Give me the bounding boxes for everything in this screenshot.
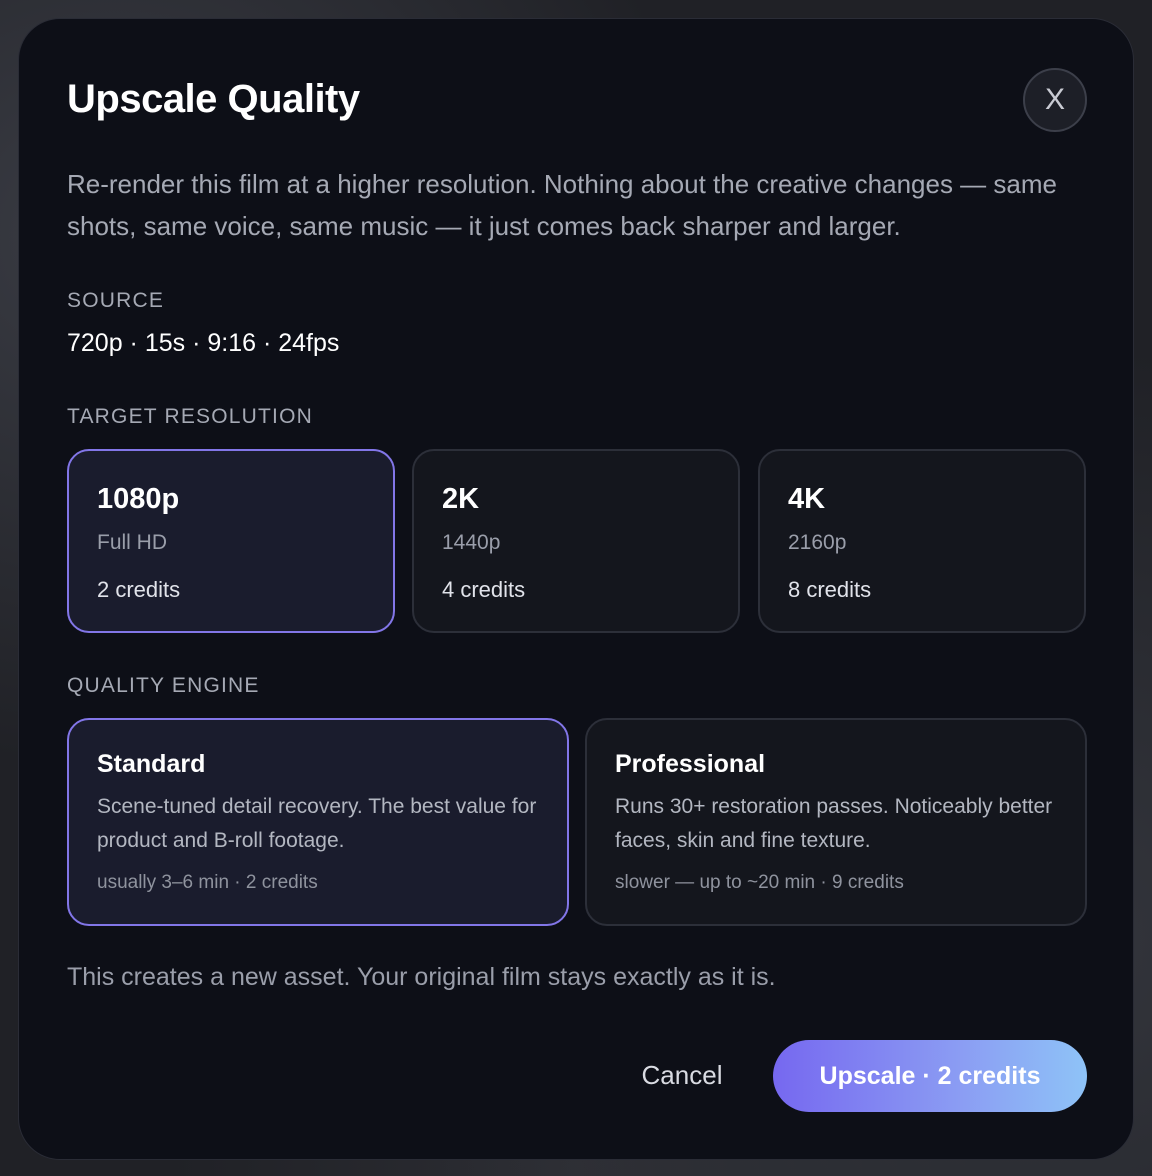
resolution-name: 1080p [97, 483, 180, 515]
resolution-option-4k[interactable]: 4K 2160p 8 credits [758, 449, 1086, 633]
upscale-button[interactable]: Upscale · 2 credits [773, 1040, 1087, 1112]
resolution-cost: 8 credits [788, 577, 872, 602]
engine-description: Runs 30+ restoration passes. Noticeably … [615, 795, 1053, 852]
resolution-subtitle: Full HD [97, 531, 168, 554]
resolution-subtitle: 1440p [442, 531, 501, 554]
quality-engine-label: QUALITY ENGINE [67, 674, 260, 697]
resolution-subtitle: 2160p [788, 531, 847, 554]
resolution-name: 4K [788, 483, 826, 515]
engine-description: Scene-tuned detail recovery. The best va… [97, 795, 537, 852]
source-value: 720p · 15s · 9:16 · 24fps [67, 329, 340, 357]
close-button[interactable]: X [1023, 68, 1087, 132]
engine-name: Standard [97, 750, 206, 778]
resolution-cost: 2 credits [97, 577, 181, 602]
source-label: SOURCE [67, 289, 165, 312]
engine-meta: slower — up to ~20 min · 9 credits [615, 872, 904, 893]
resolution-cost: 4 credits [442, 577, 526, 602]
engine-name: Professional [615, 750, 766, 778]
target-resolution-label: TARGET RESOLUTION [67, 405, 313, 428]
cancel-button[interactable]: Cancel [619, 1043, 745, 1107]
engine-option-professional[interactable]: Professional Runs 30+ restoration passes… [585, 718, 1087, 926]
engine-meta: usually 3–6 min · 2 credits [97, 872, 318, 893]
engine-option-standard[interactable]: Standard Scene-tuned detail recovery. Th… [67, 718, 569, 926]
resolution-option-1080p[interactable]: 1080p Full HD 2 credits [67, 449, 395, 633]
resolution-name: 2K [442, 483, 480, 515]
dialog-description: Re-render this film at a higher resoluti… [67, 169, 1057, 241]
dialog-title: Upscale Quality [67, 77, 360, 121]
resolution-option-2k[interactable]: 2K 1440p 4 credits [412, 449, 740, 633]
footnote: This creates a new asset. Your original … [67, 963, 776, 991]
upscale-quality-dialog: Upscale Quality X Re-render this film at… [18, 18, 1134, 1160]
